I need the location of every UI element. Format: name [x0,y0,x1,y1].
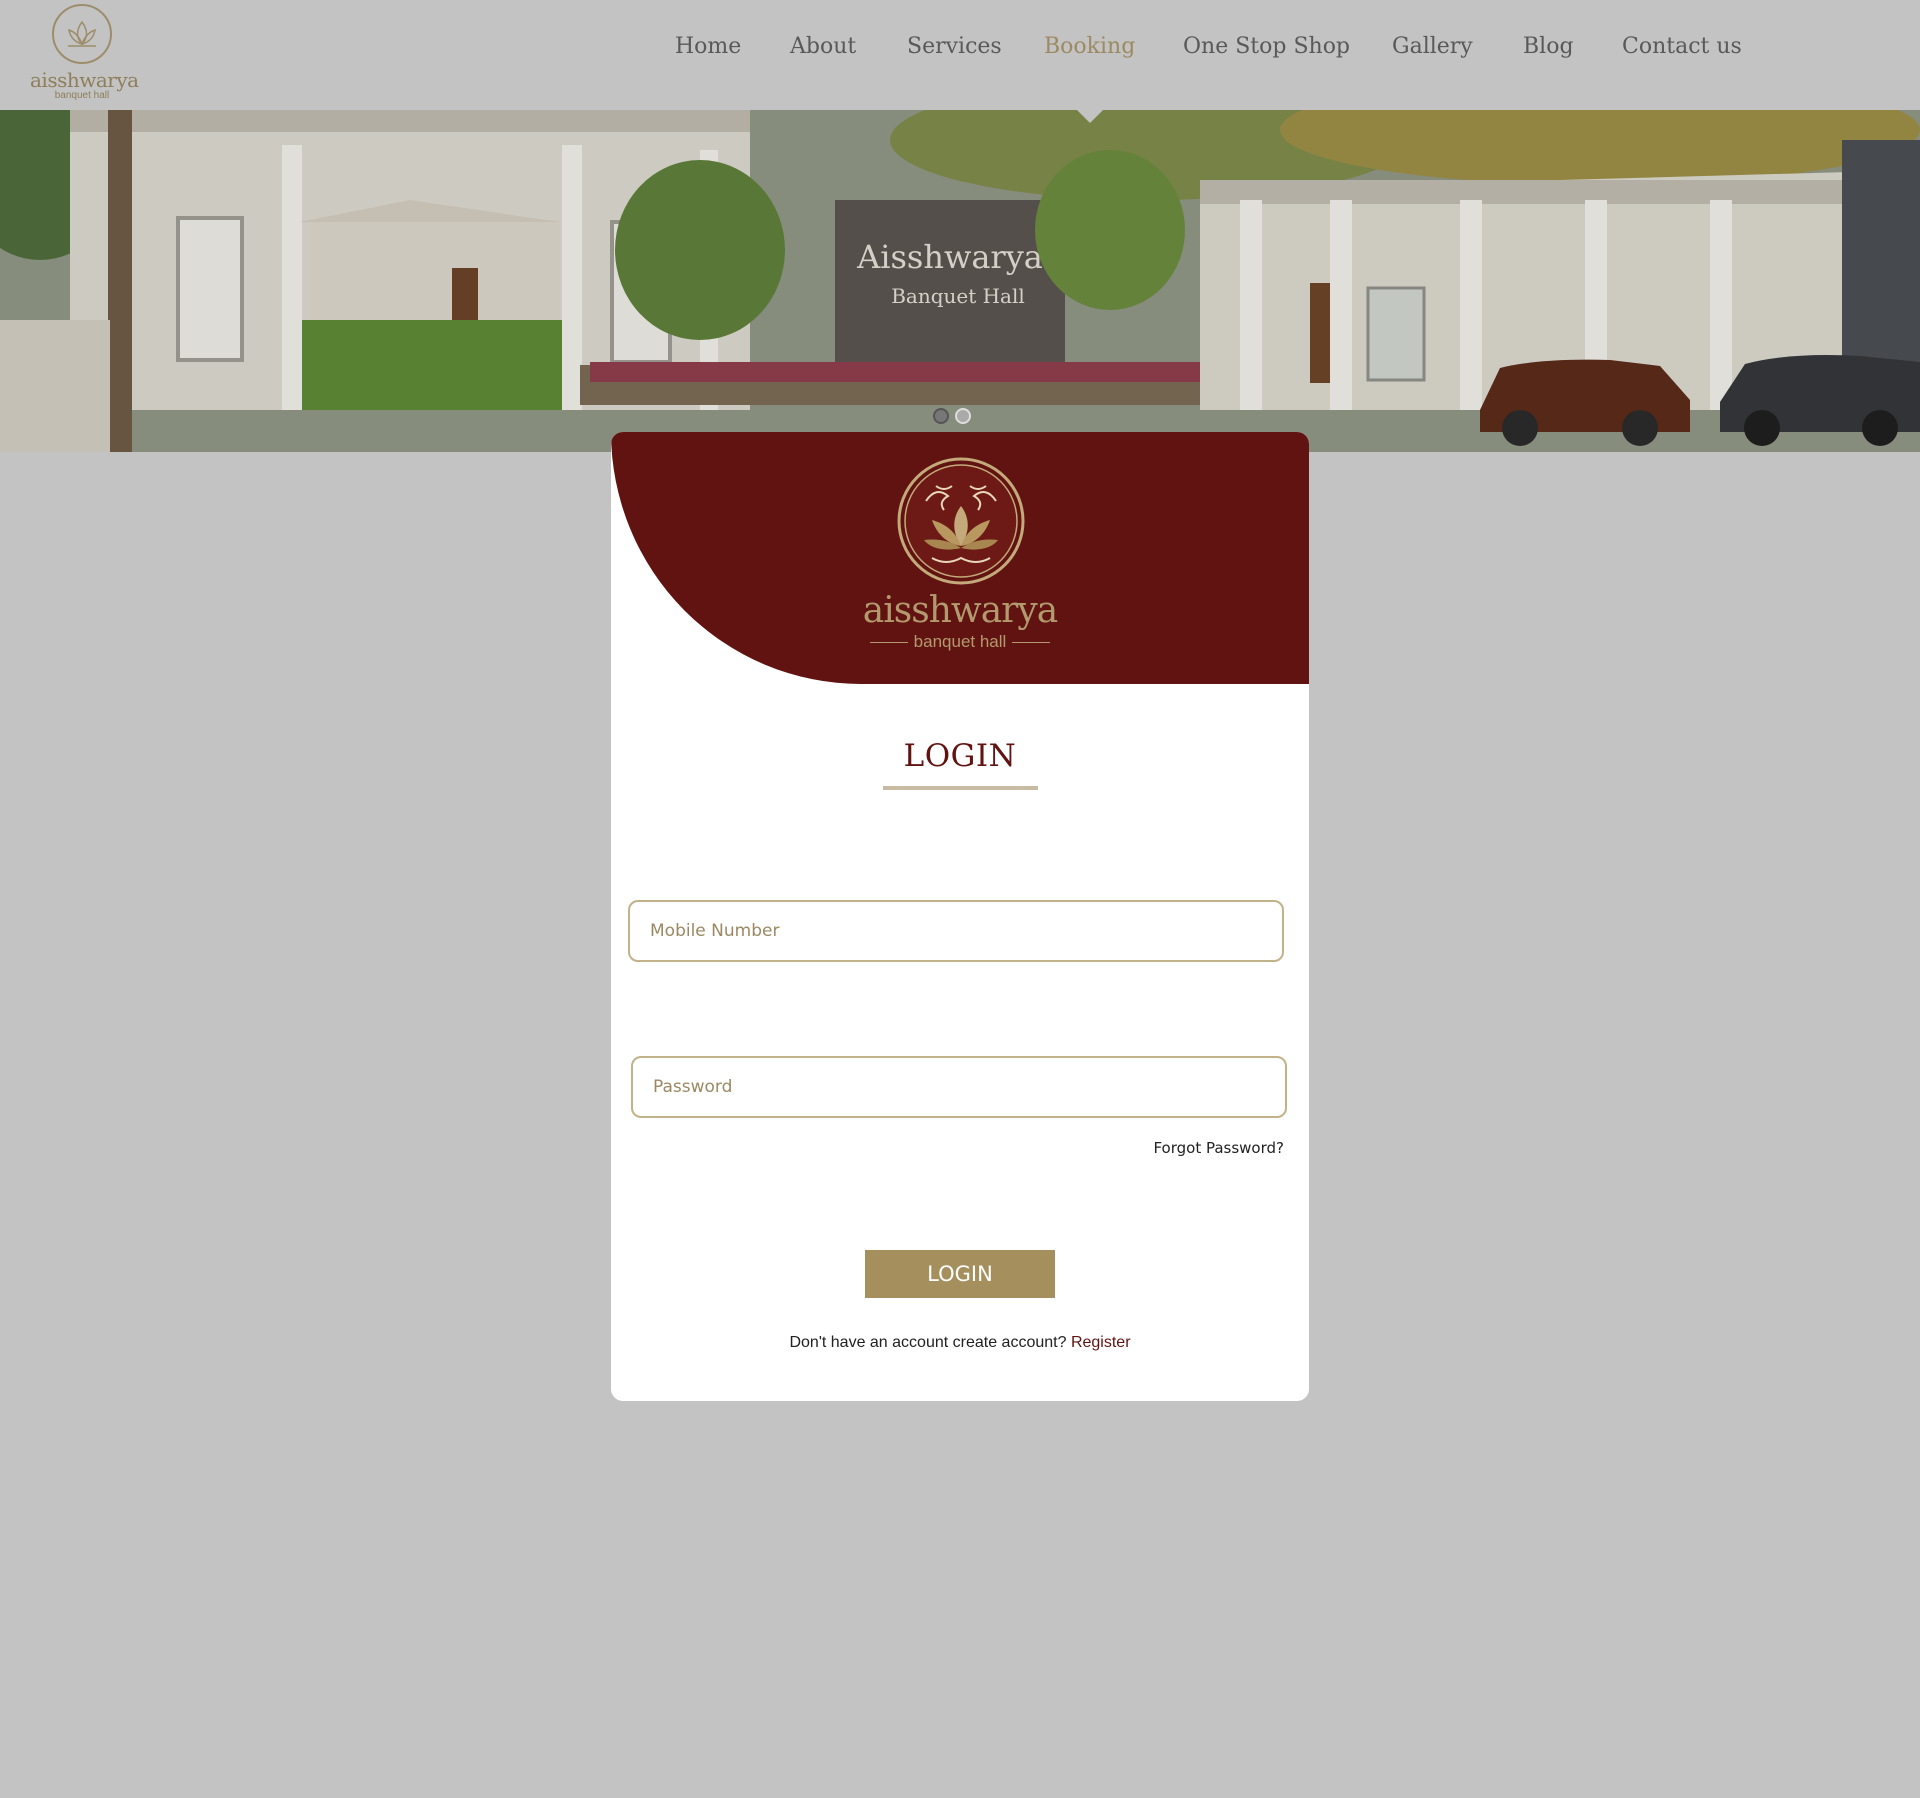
password-input[interactable] [633,1058,1285,1116]
nav-item-home[interactable]: Home [675,34,741,59]
site-logo[interactable]: aisshwarya banquet hall [30,4,139,108]
nav-item-about[interactable]: About [790,34,856,59]
nav-item-booking[interactable]: Booking [1044,34,1135,59]
nav-item-blog[interactable]: Blog [1523,34,1574,59]
nav-item-services[interactable]: Services [907,34,1002,59]
slider-dot-1[interactable] [933,408,949,424]
lotus-seal-logo-icon [897,457,1025,585]
hero-slider-dots [933,408,977,429]
register-prompt-row: Don't have an account create account? Re… [611,1334,1309,1352]
password-field[interactable] [631,1056,1287,1118]
card-header-banner: aisshwarya banquet hall [611,432,1309,684]
mobile-number-input[interactable] [630,902,1282,960]
divider-line [869,642,908,644]
card-logo-subtitle-row: banquet hall [611,632,1309,652]
nav-item-contact-us[interactable]: Contact us [1622,34,1742,59]
mobile-number-field[interactable] [628,900,1284,962]
nav-item-gallery[interactable]: Gallery [1392,34,1473,59]
forgot-password-link[interactable]: Forgot Password? [1153,1139,1284,1157]
card-logo-subtitle: banquet hall [913,632,1007,651]
site-header: aisshwarya banquet hall Home About Servi… [0,0,1920,110]
login-card: aisshwarya banquet hall LOGIN Forgot Pas… [611,432,1309,1401]
slider-dot-2[interactable] [955,408,971,424]
active-nav-indicator [1077,110,1103,123]
register-prompt-text: Don't have an account create account? [789,1334,1067,1351]
login-button[interactable]: LOGIN [865,1250,1055,1298]
banquet-hall-illustration: Aisshwarya Banquet Hall [0,110,1920,452]
title-underline [883,786,1038,790]
register-link[interactable]: Register [1071,1334,1131,1351]
lotus-emblem-icon [52,4,112,64]
hero-banner: Aisshwarya Banquet Hall [0,110,1920,452]
card-logo-name: aisshwarya [862,590,1058,631]
login-title: LOGIN [903,738,1017,774]
divider-line [1012,642,1051,644]
nav-item-one-stop-shop[interactable]: One Stop Shop [1183,34,1350,59]
brand-name: aisshwarya [30,68,139,92]
